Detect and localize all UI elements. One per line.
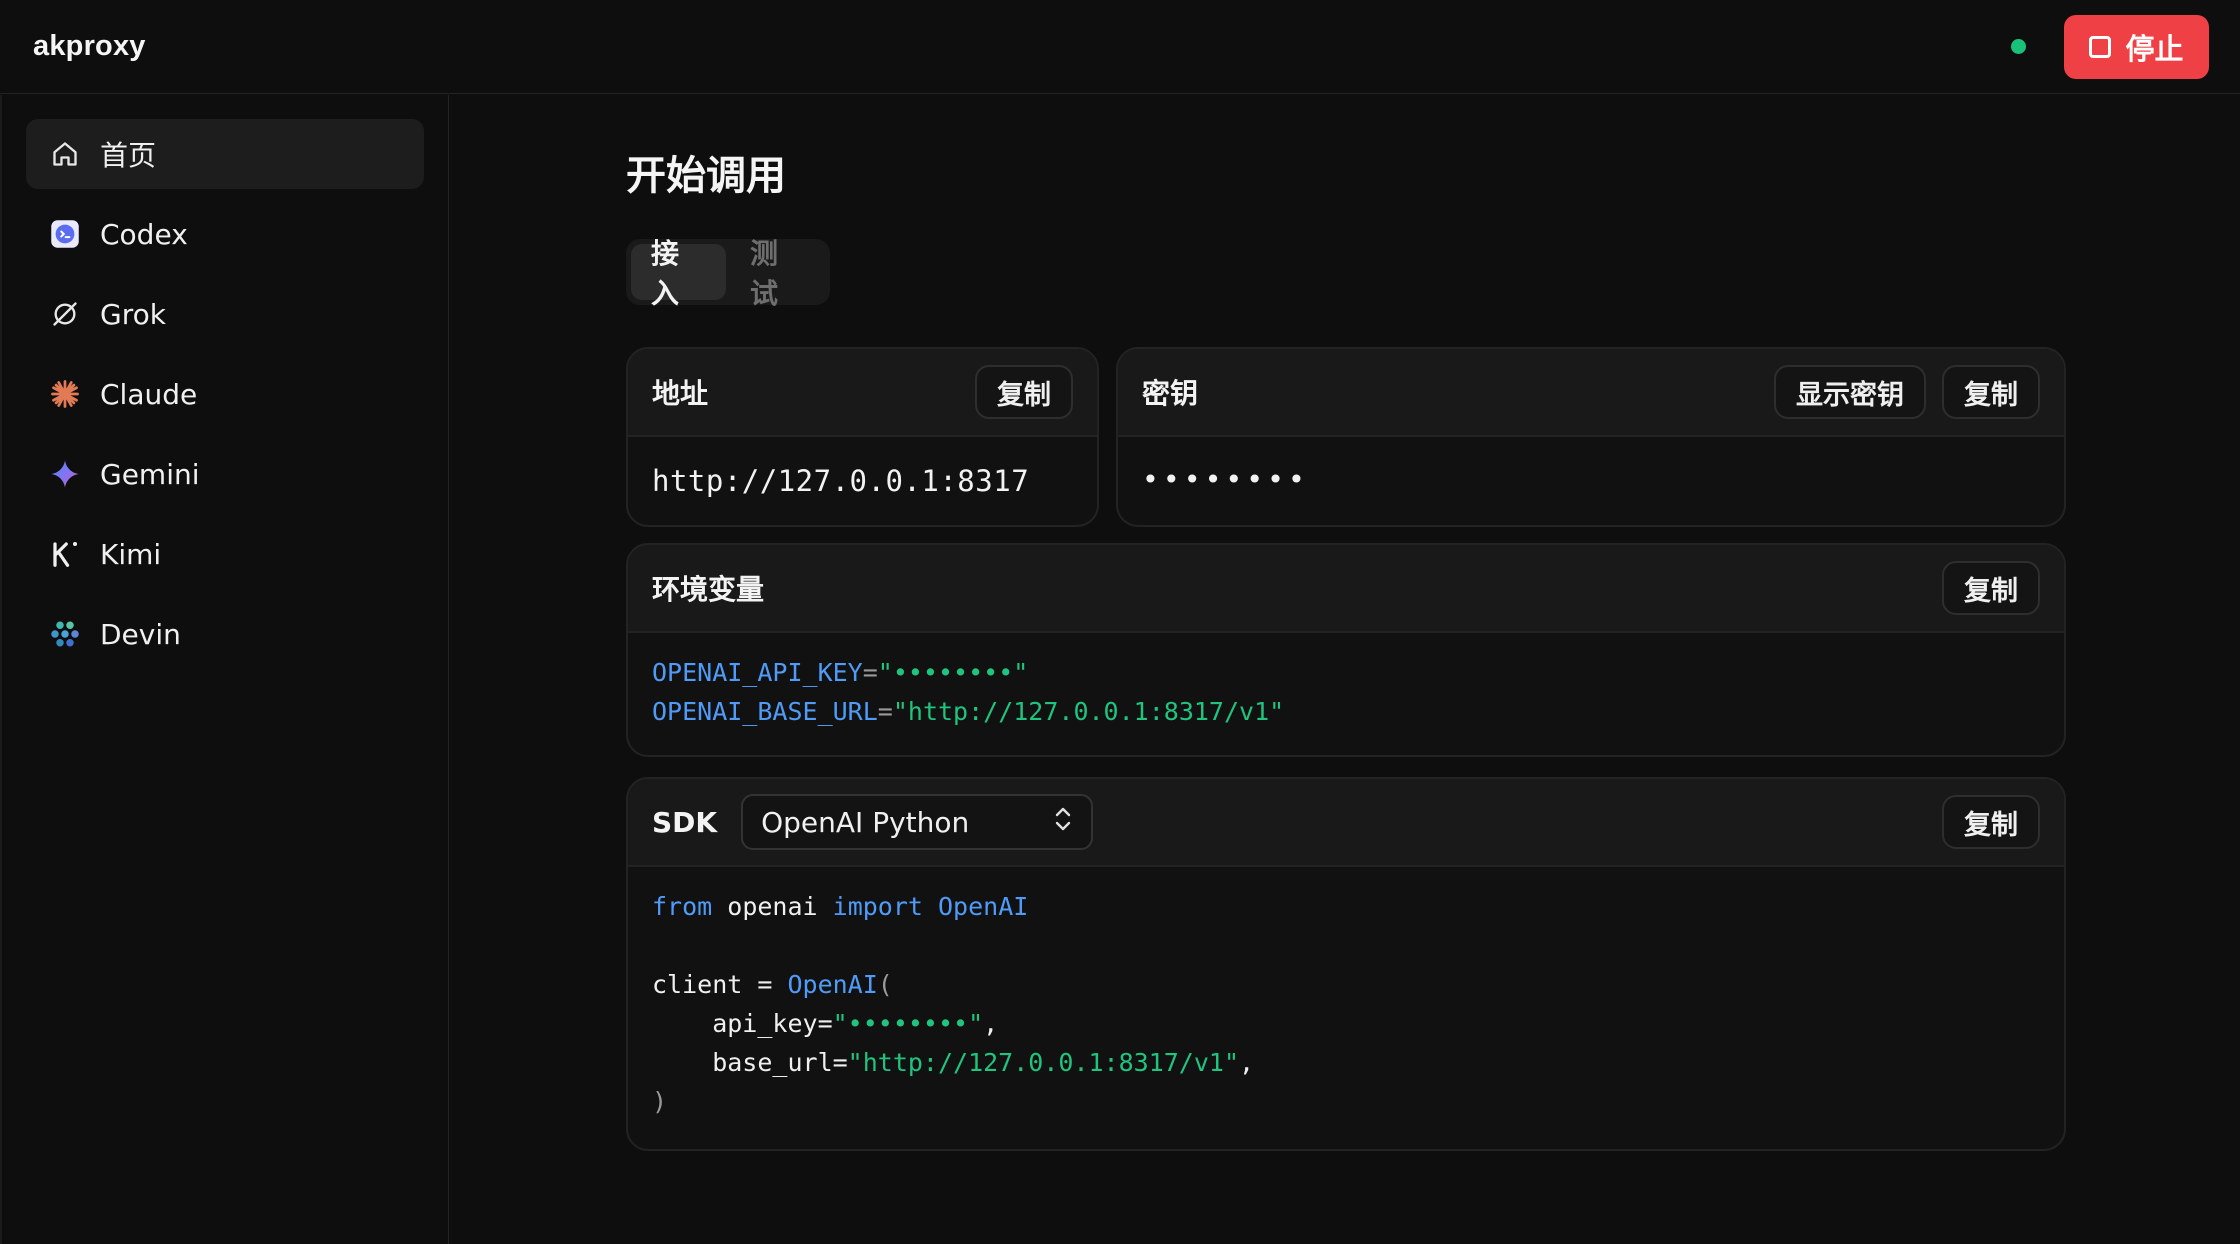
sdk-card-header: SDK OpenAI Python 复制 [628,779,2064,867]
code-module: openai [712,892,833,921]
codex-icon [50,219,80,249]
code-arg-value: "http://127.0.0.1:8317/v1" [847,1048,1240,1077]
copy-env-button[interactable]: 复制 [1942,561,2040,615]
env-var-value: "••••••••" [877,658,1029,687]
sdk-select-value: OpenAI Python [761,805,970,839]
key-title: 密钥 [1142,377,1199,410]
top-actions: 停止 [2011,14,2209,79]
code-arg-name: api_key= [652,1009,833,1038]
status-indicator [2011,39,2026,54]
code-paren: ( [877,970,893,999]
env-var-value: "http://127.0.0.1:8317/v1" [892,697,1285,726]
code-arg-name: base_url= [652,1048,848,1077]
stop-icon [2089,35,2112,58]
code-arg-value: "••••••••" [832,1009,984,1038]
env-equals: = [862,658,878,687]
sdk-card: SDK OpenAI Python 复制 from openai import … [626,777,2066,1151]
sidebar-item-codex[interactable]: Codex [26,199,424,269]
top-bar: akproxy 停止 [0,0,2240,94]
key-card: 密钥 显示密钥 复制 •••••••• [1116,347,2066,527]
sidebar-item-gemini[interactable]: Gemini [26,439,424,509]
sidebar-item-label: Codex [100,217,188,251]
env-card-header: 环境变量 复制 [628,545,2064,633]
sidebar-item-home[interactable]: 首页 [26,119,424,189]
sidebar: 首页 Codex Grok Claude Gemini Kimi Devin [0,95,449,1244]
code-constructor: OpenAI [787,970,878,999]
env-code-block[interactable]: OPENAI_API_KEY="••••••••" OPENAI_BASE_UR… [652,633,2040,731]
sidebar-item-label: 首页 [100,139,157,172]
devin-icon [50,619,80,649]
key-card-header: 密钥 显示密钥 复制 [1118,349,2064,437]
code-keyword: from [652,892,713,921]
sdk-select[interactable]: OpenAI Python [741,794,1094,850]
env-equals: = [877,697,893,726]
copy-key-button[interactable]: 复制 [1942,365,2040,419]
code-comma: , [1239,1048,1255,1077]
tab-connect[interactable]: 接入 [631,237,726,310]
home-icon [50,139,80,169]
code-comma: , [983,1009,999,1038]
sidebar-item-label: Grok [100,297,166,331]
sidebar-item-claude[interactable]: Claude [26,359,424,429]
sidebar-item-kimi[interactable]: Kimi [26,519,424,589]
gemini-icon [50,459,80,489]
env-var-name: OPENAI_API_KEY [652,658,863,687]
claude-icon [50,379,80,409]
page-title: 开始调用 [626,153,786,199]
copy-address-button[interactable]: 复制 [975,365,1073,419]
sidebar-item-grok[interactable]: Grok [26,279,424,349]
sdk-code-block[interactable]: from openai import OpenAI client = OpenA… [652,867,2040,1121]
tab-test[interactable]: 测试 [730,237,825,310]
sidebar-item-label: Kimi [100,537,162,571]
key-value[interactable]: •••••••• [1142,437,2040,523]
tab-bar: 接入 测试 [626,237,830,310]
address-card: 地址 复制 http://127.0.0.1:8317 [626,347,1099,527]
address-value[interactable]: http://127.0.0.1:8317 [652,437,1073,525]
show-key-button[interactable]: 显示密钥 [1774,365,1926,419]
sdk-title: SDK [652,805,718,839]
stop-button[interactable]: 停止 [2064,14,2209,79]
copy-sdk-button[interactable]: 复制 [1942,795,2040,849]
sidebar-item-label: Gemini [100,457,200,491]
code-class: OpenAI [922,892,1029,921]
code-client-assign: client = [652,970,788,999]
sidebar-item-devin[interactable]: Devin [26,599,424,669]
sidebar-item-label: Devin [100,617,181,651]
env-var-name: OPENAI_BASE_URL [652,697,878,726]
grok-icon [50,299,80,329]
stop-label: 停止 [2125,31,2184,66]
address-card-header: 地址 复制 [628,349,1097,437]
env-title: 环境变量 [652,573,765,606]
kimi-icon [50,539,80,569]
address-title: 地址 [652,377,709,410]
code-paren: ) [652,1087,668,1116]
code-keyword: import [832,892,923,921]
app-title: akproxy [33,30,146,62]
sidebar-item-label: Claude [100,377,198,411]
env-card: 环境变量 复制 OPENAI_API_KEY="••••••••" OPENAI… [626,543,2066,757]
updown-chevron-icon [1053,806,1073,839]
